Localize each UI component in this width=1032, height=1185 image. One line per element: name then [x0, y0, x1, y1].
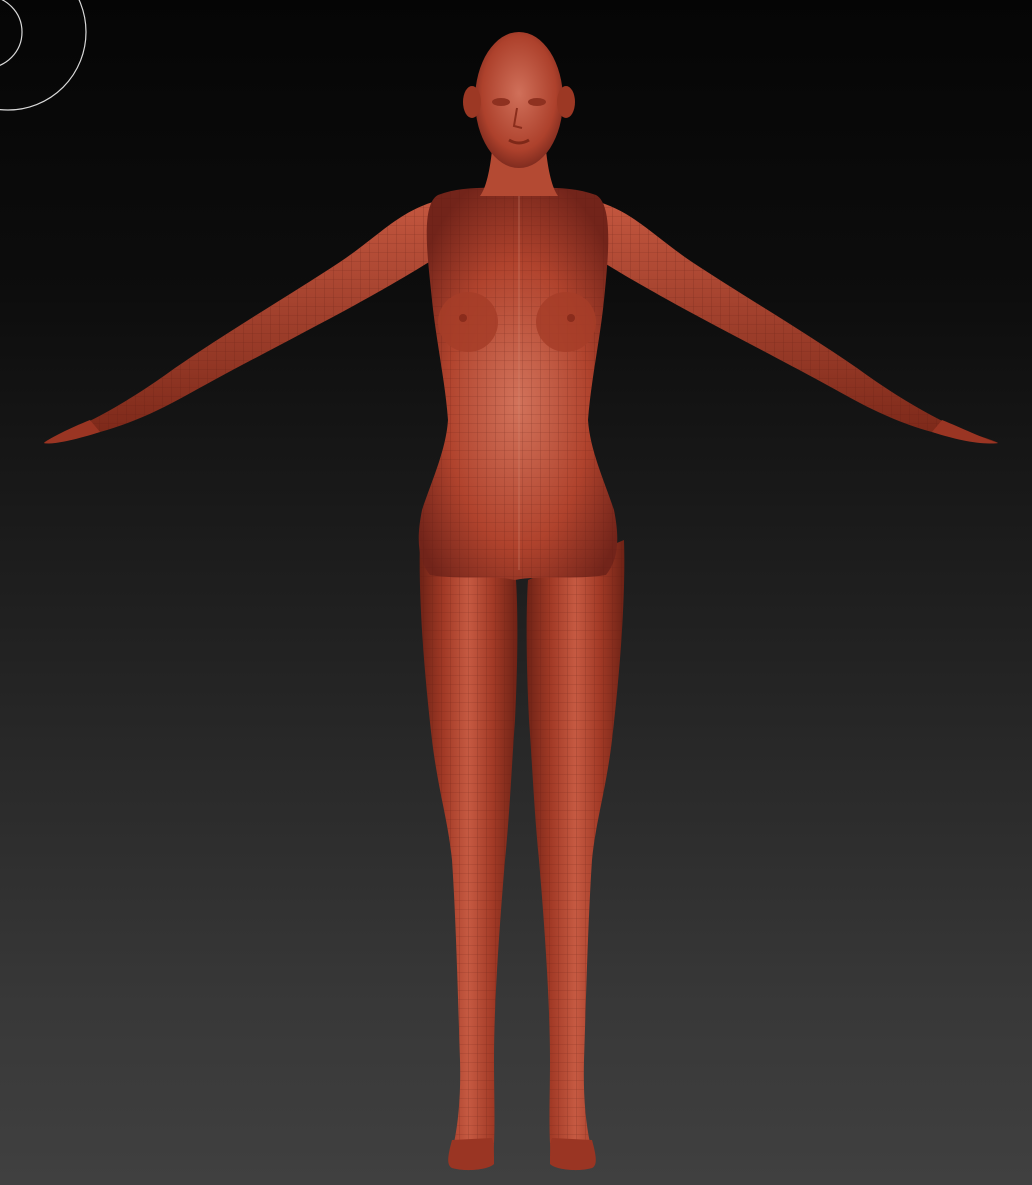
left-foot — [448, 1138, 494, 1171]
model-mesh[interactable] — [44, 32, 998, 1171]
right-hand — [932, 420, 998, 444]
chest-right — [536, 292, 596, 352]
left-hand — [44, 420, 100, 444]
sculpt-canvas[interactable] — [0, 0, 1032, 1185]
chest-left — [438, 292, 498, 352]
brush-circle-icon — [0, 0, 87, 111]
right-foot — [550, 1138, 596, 1171]
eye-right — [528, 98, 546, 106]
head[interactable] — [475, 32, 563, 168]
eye-left — [492, 98, 510, 106]
document-viewport[interactable] — [0, 0, 1032, 1185]
